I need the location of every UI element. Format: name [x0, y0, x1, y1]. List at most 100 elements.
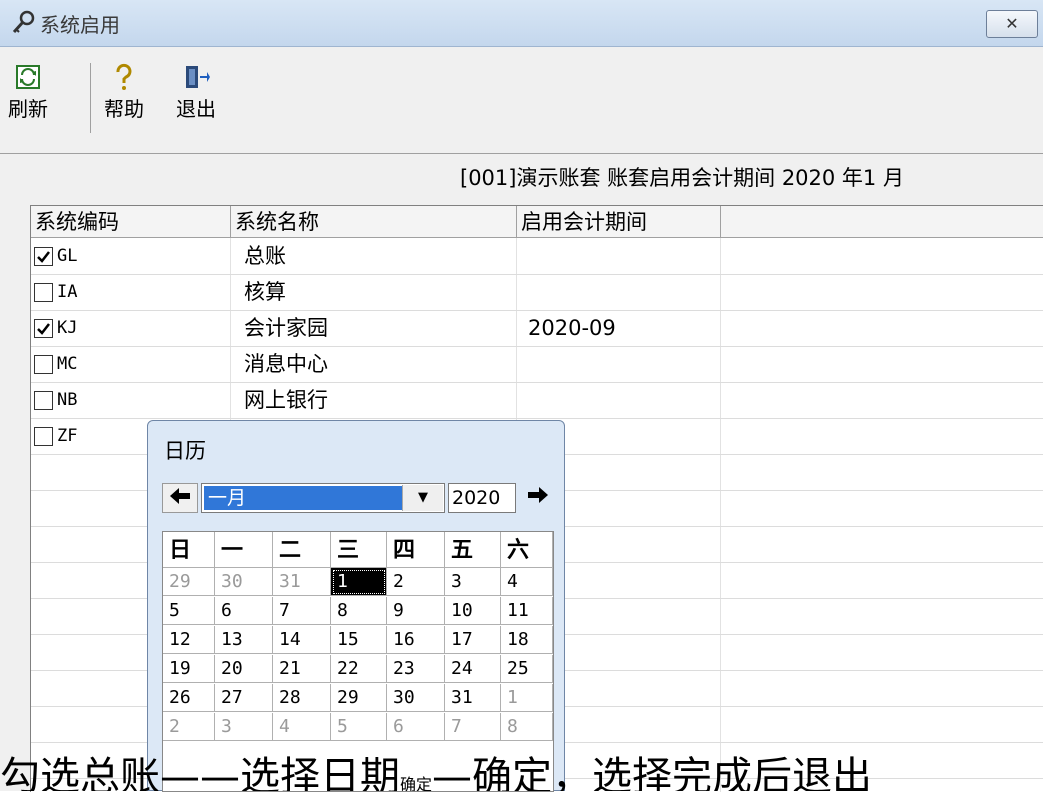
header-system-code[interactable]: 系统编码	[31, 206, 231, 238]
system-code: ZF	[57, 426, 78, 446]
table-row[interactable]: MC 消息中心	[31, 346, 1043, 383]
weekday-header: 四	[387, 532, 445, 568]
calendar-day[interactable]: 7	[273, 597, 331, 625]
system-name: 总账	[244, 244, 286, 268]
month-select[interactable]: 一月 ▼	[201, 483, 445, 513]
calendar-day[interactable]: 4	[501, 568, 553, 596]
calendar-day[interactable]: 29	[331, 684, 387, 712]
toolbar-divider	[0, 153, 1043, 154]
help-button[interactable]: 帮助	[98, 61, 150, 122]
system-code: GL	[57, 246, 78, 266]
close-icon: ✕	[1005, 14, 1019, 33]
exit-button[interactable]: 退出	[166, 61, 226, 122]
next-month-button[interactable]	[520, 483, 556, 513]
chevron-down-icon[interactable]: ▼	[402, 485, 443, 511]
row-checkbox[interactable]	[34, 283, 53, 302]
weekday-header: 二	[273, 532, 331, 568]
arrow-left-icon	[170, 486, 190, 511]
calendar-day[interactable]: 2	[163, 713, 215, 741]
system-code: KJ	[57, 318, 78, 338]
calendar-day[interactable]: 27	[215, 684, 273, 712]
help-label: 帮助	[104, 97, 144, 121]
calendar-day[interactable]: 8	[501, 713, 553, 741]
weekday-header: 一	[215, 532, 273, 568]
calendar-day[interactable]: 31	[273, 568, 331, 596]
calendar-day[interactable]: 14	[273, 626, 331, 654]
calendar-day[interactable]: 18	[501, 626, 553, 654]
calendar-day[interactable]: 4	[273, 713, 331, 741]
instruction-caption: 勾选总账——选择日期确定—确定，选择完成后退出	[0, 750, 1043, 791]
help-icon	[98, 61, 150, 93]
calendar-day[interactable]: 1	[501, 684, 553, 712]
calendar-day[interactable]: 21	[273, 655, 331, 683]
calendar-day[interactable]: 3	[215, 713, 273, 741]
calendar-day[interactable]: 5	[163, 597, 215, 625]
calendar-day[interactable]: 11	[501, 597, 553, 625]
table-row[interactable]: KJ 会计家园 2020-09	[31, 310, 1043, 347]
row-checkbox[interactable]	[34, 319, 53, 338]
calendar-day[interactable]: 29	[163, 568, 215, 596]
calendar-day[interactable]: 28	[273, 684, 331, 712]
caption-text-1: 勾选总账——选择日期	[0, 754, 400, 791]
calendar-day[interactable]: 12	[163, 626, 215, 654]
exit-door-icon	[166, 61, 226, 93]
calendar-day[interactable]: 20	[215, 655, 273, 683]
enable-period: 2020-09	[528, 316, 616, 340]
weekday-header: 三	[331, 532, 387, 568]
window-title: 系统启用	[40, 13, 120, 37]
arrow-right-icon	[528, 485, 548, 510]
header-system-name[interactable]: 系统名称	[231, 206, 517, 238]
calendar-day[interactable]: 30	[215, 568, 273, 596]
system-enable-window: 系统启用 ✕ 刷新 帮助 退出 [001]演示账套 账套启用会计期间 2020 …	[0, 0, 1043, 792]
table-row[interactable]: IA 核算	[31, 274, 1043, 311]
table-row[interactable]: GL 总账	[31, 238, 1043, 275]
calendar-popup: 日历 一月 ▼ 2020 日一二三四五六 29 30 31 1 2 3 4 5 6 7 8 9 10 11 1…	[147, 420, 565, 792]
weekday-header: 五	[445, 532, 501, 568]
calendar-day[interactable]: 19	[163, 655, 215, 683]
toolbar-separator	[90, 63, 91, 133]
prev-month-button[interactable]	[162, 483, 198, 513]
calendar-day[interactable]: 6	[387, 713, 445, 741]
calendar-day[interactable]: 7	[445, 713, 501, 741]
calendar-day[interactable]: 2	[387, 568, 445, 596]
calendar-day[interactable]: 5	[331, 713, 387, 741]
table-row[interactable]: NB 网上银行	[31, 382, 1043, 419]
calendar-day[interactable]: 22	[331, 655, 387, 683]
system-name: 网上银行	[244, 388, 328, 412]
row-checkbox[interactable]	[34, 247, 53, 266]
calendar-title: 日历	[164, 439, 206, 463]
calendar-day[interactable]: 31	[445, 684, 501, 712]
header-empty	[721, 206, 1043, 238]
calendar-day[interactable]: 16	[387, 626, 445, 654]
calendar-day[interactable]: 3	[445, 568, 501, 596]
system-name: 会计家园	[244, 316, 328, 340]
exit-label: 退出	[176, 97, 216, 121]
row-checkbox[interactable]	[34, 391, 53, 410]
month-value: 一月	[204, 486, 402, 510]
refresh-button[interactable]: 刷新	[0, 61, 56, 122]
calendar-day[interactable]: 10	[445, 597, 501, 625]
year-input[interactable]: 2020	[448, 483, 516, 513]
calendar-day[interactable]: 13	[215, 626, 273, 654]
calendar-day[interactable]: 8	[331, 597, 387, 625]
row-checkbox[interactable]	[34, 427, 53, 446]
calendar-day[interactable]: 1	[331, 568, 387, 596]
weekday-header: 日	[163, 532, 215, 568]
calendar-day[interactable]: 26	[163, 684, 215, 712]
weekday-header: 六	[501, 532, 553, 568]
refresh-icon	[0, 61, 56, 93]
row-checkbox[interactable]	[34, 355, 53, 374]
calendar-day[interactable]: 6	[215, 597, 273, 625]
calendar-day[interactable]: 23	[387, 655, 445, 683]
caption-tiny-text: 确定	[400, 775, 433, 791]
key-icon	[10, 8, 38, 36]
header-enable-period[interactable]: 启用会计期间	[517, 206, 721, 238]
calendar-day[interactable]: 25	[501, 655, 553, 683]
calendar-day[interactable]: 15	[331, 626, 387, 654]
account-period-info: [001]演示账套 账套启用会计期间 2020 年1 月	[460, 166, 904, 190]
calendar-day[interactable]: 9	[387, 597, 445, 625]
calendar-day[interactable]: 30	[387, 684, 445, 712]
calendar-day[interactable]: 17	[445, 626, 501, 654]
calendar-day[interactable]: 24	[445, 655, 501, 683]
close-button[interactable]: ✕	[986, 10, 1038, 38]
